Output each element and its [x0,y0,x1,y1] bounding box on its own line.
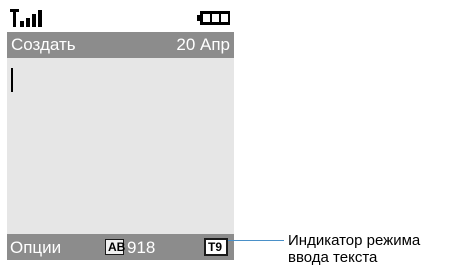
signal-strength-icon [10,9,42,27]
message-text-area[interactable] [7,58,234,234]
screen-title: Создать [11,35,76,54]
title-bar: Создать 20 Апр [7,32,234,58]
options-softkey[interactable]: Опции [10,238,61,258]
phone-screen: Создать 20 Апр Опции AB 918 T9 [7,8,234,261]
character-counter-value: 918 [127,238,156,257]
character-counter-icon: AB [105,239,125,255]
callout-line-2: ввода текста [288,249,378,266]
callout-label: Индикатор режима ввода текста [288,232,420,266]
status-bar [7,8,234,30]
soft-key-bar: Опции AB 918 T9 [7,234,234,260]
text-cursor [11,68,13,92]
battery-icon [197,11,230,25]
callout-line-1: Индикатор режима [288,232,421,249]
text-input-mode-icon: T9 [204,238,228,256]
callout-line [228,240,284,241]
date-label: 20 Апр [176,35,230,54]
